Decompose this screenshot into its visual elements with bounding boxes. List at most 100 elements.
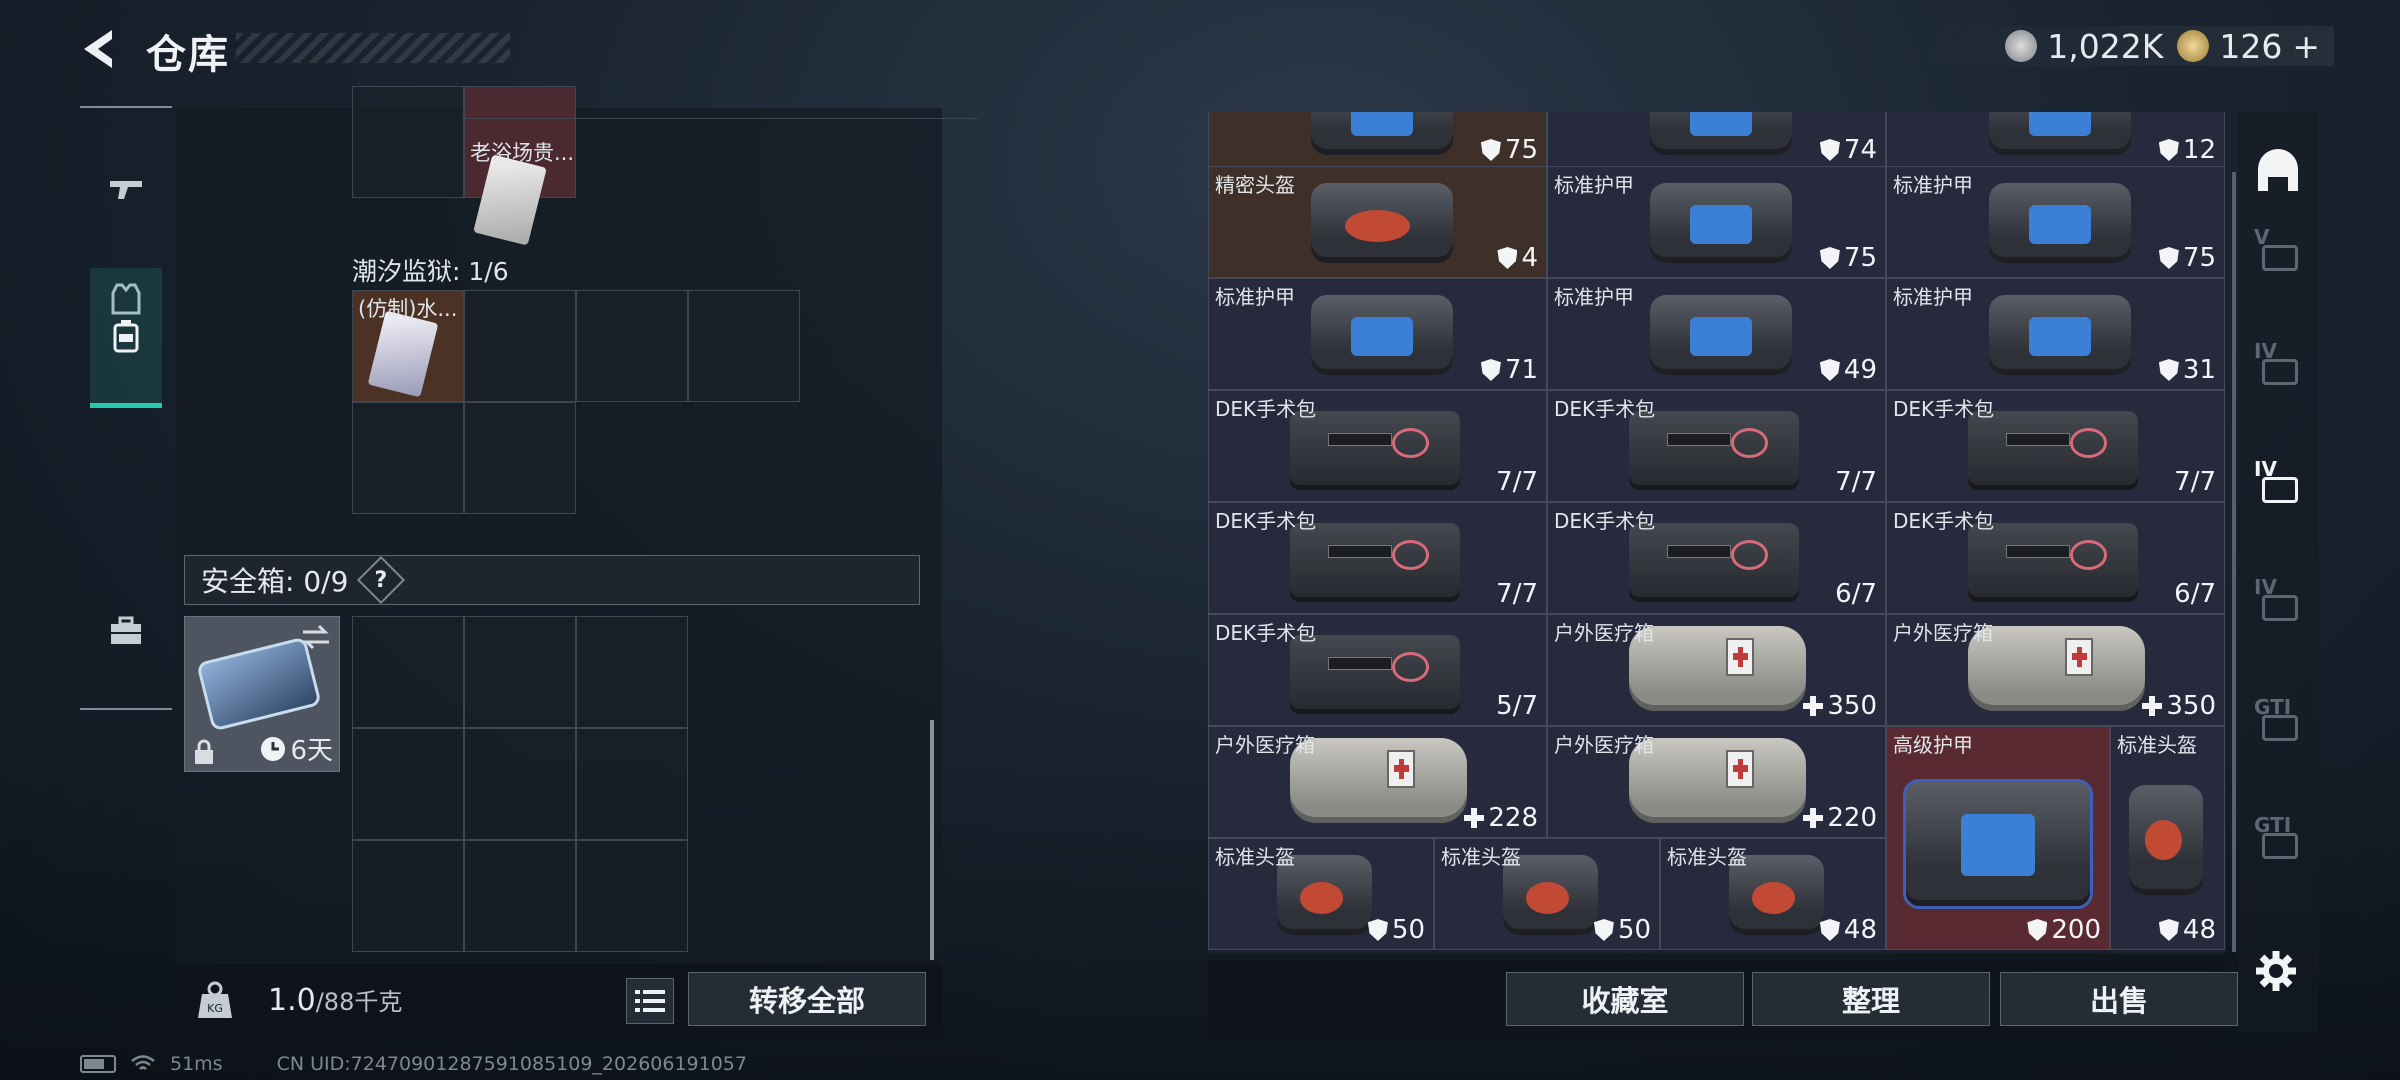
grid-slot[interactable] — [352, 86, 464, 198]
warehouse-cell-partial[interactable]: 74 — [1547, 112, 1886, 170]
sell-button[interactable]: 出售 — [2000, 972, 2238, 1026]
nav-backpack[interactable] — [90, 268, 162, 408]
value-text: 7/7 — [1835, 467, 1877, 497]
warehouse-item[interactable]: 户外医疗箱 350 — [1886, 614, 2225, 726]
grid-slot[interactable] — [688, 290, 800, 402]
sort-button[interactable]: 整理 — [1752, 972, 1990, 1026]
swap-icon[interactable] — [301, 623, 331, 651]
list-view-button[interactable] — [626, 978, 674, 1024]
grid-slot[interactable] — [352, 840, 464, 952]
warehouse-item[interactable]: 标准头盔 50 — [1434, 838, 1660, 950]
grid-slot[interactable] — [576, 840, 688, 952]
item-detail — [1961, 814, 2035, 877]
grid-slot[interactable] — [352, 728, 464, 840]
value-text: 49 — [1843, 355, 1877, 385]
armor-image — [1988, 112, 2132, 156]
warehouse-item[interactable]: DEK手术包 5/7 — [1208, 614, 1547, 726]
value-text: 48 — [2182, 915, 2216, 945]
surgical-kit-image — [1968, 523, 2138, 602]
warehouse-item[interactable]: 标准护甲 75 — [1547, 166, 1886, 278]
warehouse-item[interactable]: 标准头盔 48 — [1660, 838, 1886, 950]
grid-slot[interactable] — [464, 840, 576, 952]
grid-slot[interactable] — [464, 290, 576, 402]
filter-glyph — [2262, 245, 2298, 271]
grid-slot[interactable] — [352, 402, 464, 514]
filter-level-4-armor[interactable]: IV — [2250, 338, 2306, 394]
surgical-kit-image — [1290, 523, 1460, 602]
safe-box-case[interactable]: 6天 — [184, 616, 340, 772]
transfer-all-button[interactable]: 转移全部 — [688, 972, 926, 1026]
level-4-armor-icon: IV — [2254, 339, 2302, 389]
filter-level-5-armor[interactable]: V — [2250, 224, 2306, 280]
value-text: 75 — [1504, 135, 1538, 165]
weight-max: /88千克 — [315, 988, 403, 1016]
item-detail — [1751, 882, 1796, 915]
filter-settings-gear[interactable] — [2250, 944, 2306, 1000]
filter-level-4-medkit-add[interactable]: IV — [2250, 574, 2306, 630]
grid-slot[interactable] — [576, 290, 688, 402]
grid-slot[interactable] — [352, 616, 464, 728]
item-imitation-water[interactable]: (仿制)水... — [352, 290, 464, 402]
filter-gti-kit[interactable]: GTI — [2250, 694, 2306, 750]
shield-icon — [1480, 139, 1501, 161]
grid-slot[interactable] — [576, 728, 688, 840]
warehouse-scrollbar[interactable] — [2232, 172, 2236, 952]
item-name: DEK手术包 — [1893, 397, 1995, 421]
gold-currency[interactable]: 126 + — [2177, 27, 2320, 66]
warehouse-item[interactable]: 标准护甲 49 — [1547, 278, 1886, 390]
warehouse-item[interactable]: 标准护甲 75 — [1886, 166, 2225, 278]
back-arrow-icon[interactable] — [76, 26, 122, 72]
armor-image — [1649, 182, 1793, 264]
item-value: 75 — [1819, 243, 1877, 273]
item-value: 50 — [1367, 915, 1425, 945]
item-old-bathhouse[interactable]: 老浴场贵... — [464, 134, 576, 246]
collection-room-button[interactable]: 收藏室 — [1506, 972, 1744, 1026]
filter-level-4-medkit[interactable]: IV — [2250, 456, 2306, 512]
warehouse-item[interactable]: DEK手术包 6/7 — [1886, 502, 2225, 614]
warehouse-item-large[interactable]: 高级护甲 200 — [1886, 726, 2110, 950]
filter-glyph — [2262, 359, 2298, 385]
item-name: 户外医疗箱 — [1554, 621, 1654, 645]
item-detail — [1350, 112, 1414, 136]
filter-gti-bag[interactable]: GTI — [2250, 812, 2306, 868]
item-name: 标准护甲 — [1893, 285, 1973, 309]
warehouse-item[interactable]: 户外医疗箱 220 — [1547, 726, 1886, 838]
backpack-panel: 老浴场贵... 潮汐监狱: 1/6 (仿制)水... 安全箱: 0/9 ? 6天 — [176, 86, 978, 1038]
help-button[interactable]: ? — [357, 555, 406, 605]
warehouse-item[interactable]: 户外医疗箱 350 — [1547, 614, 1886, 726]
grid-slot[interactable] — [576, 616, 688, 728]
left-category-nav — [80, 106, 172, 714]
grid-slot[interactable] — [464, 728, 576, 840]
warehouse-item[interactable]: DEK手术包 7/7 — [1208, 390, 1547, 502]
warehouse-item[interactable]: DEK手术包 6/7 — [1547, 502, 1886, 614]
shield-icon — [2158, 359, 2179, 381]
warehouse-item[interactable]: 精密头盔 4 — [1208, 166, 1547, 278]
grid-slot[interactable] — [464, 402, 576, 514]
value-text: 71 — [1504, 355, 1538, 385]
silver-coin-icon — [2005, 30, 2038, 62]
warehouse-cell-partial[interactable]: 75 — [1208, 112, 1547, 170]
gun-icon — [110, 181, 142, 199]
warehouse-item[interactable]: 标准护甲 31 — [1886, 278, 2225, 390]
warehouse-item[interactable]: DEK手术包 7/7 — [1547, 390, 1886, 502]
add-currency-button[interactable]: + — [2292, 27, 2320, 66]
filter-helmet[interactable] — [2250, 142, 2306, 198]
grid-slot[interactable] — [464, 616, 576, 728]
warehouse-item[interactable]: 标准护甲 71 — [1208, 278, 1547, 390]
level-5-armor-icon: V — [2254, 225, 2302, 275]
item-value: 71 — [1480, 355, 1538, 385]
item-value: 49 — [1819, 355, 1877, 385]
warehouse-item[interactable]: DEK手术包 7/7 — [1208, 502, 1547, 614]
nav-gun[interactable] — [92, 150, 160, 228]
warehouse-item-tall[interactable]: 标准头盔 48 — [2110, 726, 2225, 950]
nav-toolbox[interactable] — [92, 592, 160, 670]
silver-currency: 1,022K — [2005, 27, 2163, 66]
backpack-scrollbar[interactable] — [930, 720, 934, 960]
warehouse-item[interactable]: 户外医疗箱 228 — [1208, 726, 1547, 838]
warehouse-cell-partial[interactable]: 12 — [1886, 112, 2225, 170]
lock-icon — [195, 739, 213, 764]
warehouse-item[interactable]: 标准头盔 50 — [1208, 838, 1434, 950]
warehouse-item[interactable]: DEK手术包 7/7 — [1886, 390, 2225, 502]
grid-edge — [462, 118, 978, 119]
scissors — [1392, 652, 1430, 683]
